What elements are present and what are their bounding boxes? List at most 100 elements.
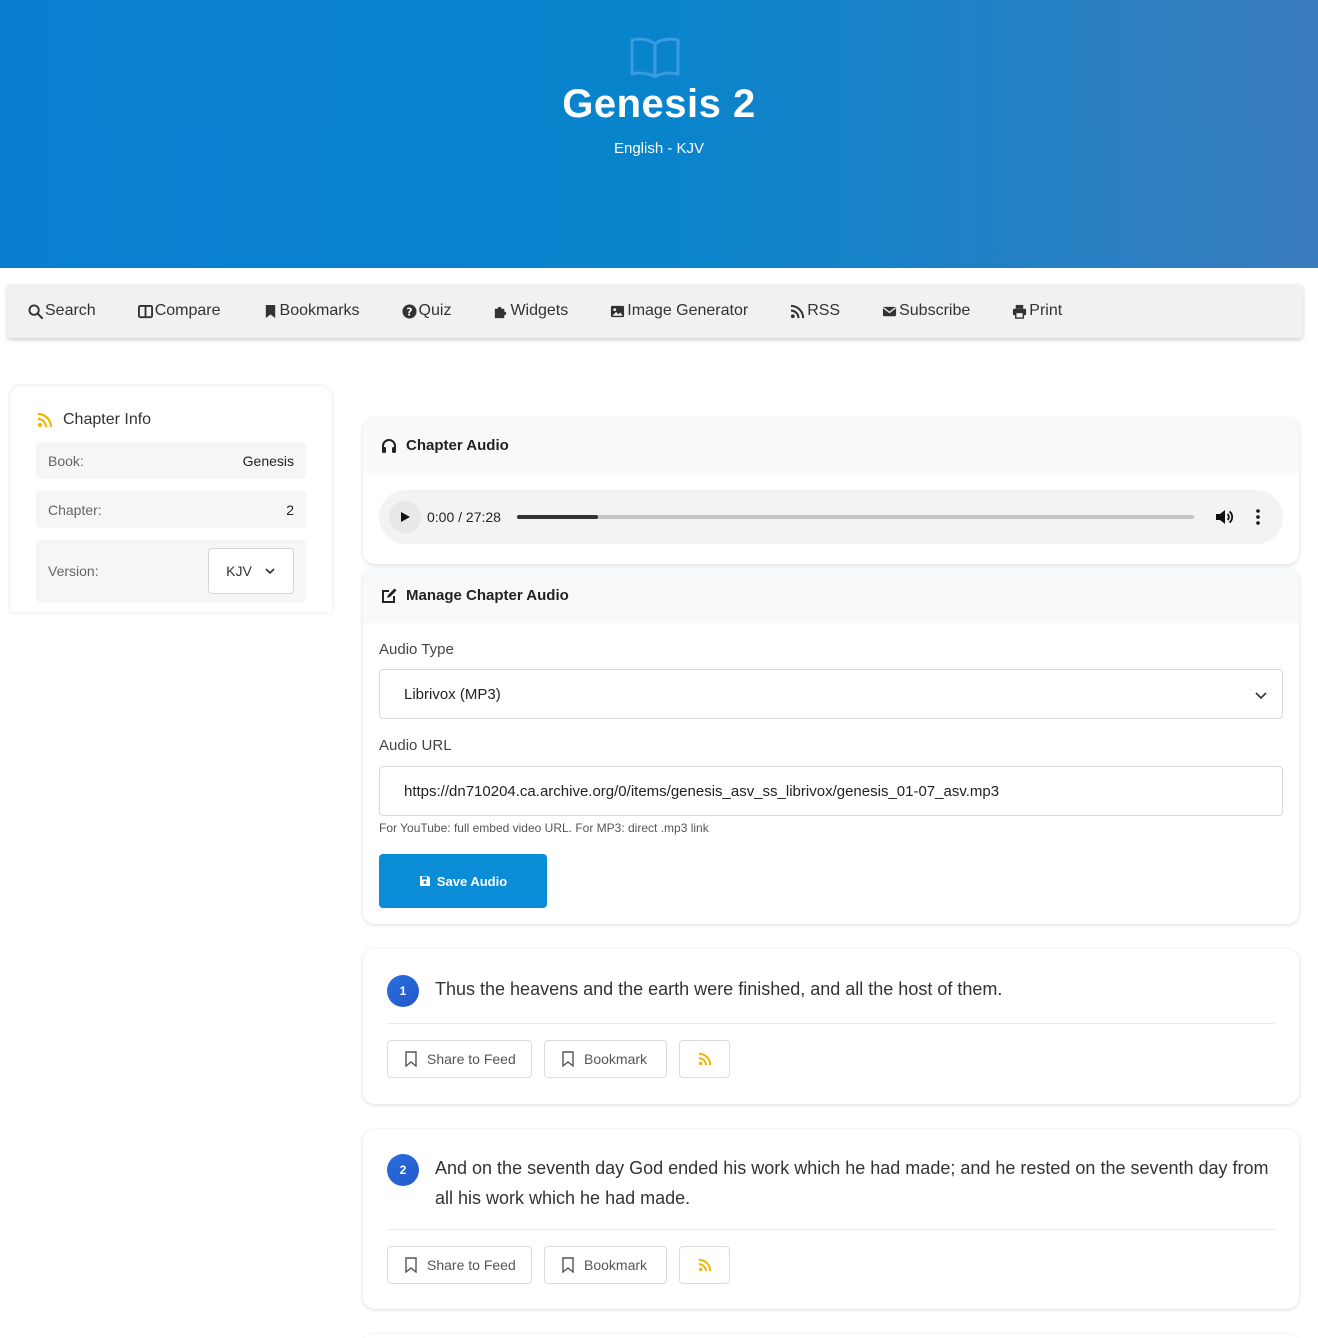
bookmark-outline-icon — [405, 1051, 417, 1067]
page-header: Genesis 2 English - KJV — [0, 0, 1318, 268]
divider — [387, 1229, 1275, 1230]
rss-button[interactable] — [679, 1040, 730, 1078]
nav-label: Print — [1029, 302, 1063, 319]
bookmark-outline-icon — [562, 1257, 574, 1273]
verse-card: 1 Thus the heavens and the earth were fi… — [363, 949, 1299, 1104]
nav-label: Quiz — [418, 302, 452, 319]
divider — [387, 1023, 1275, 1024]
nav-label: Search — [45, 302, 96, 319]
chapter-audio-heading: Chapter Audio — [363, 418, 1299, 473]
verse-number-badge: 1 — [387, 975, 419, 1007]
nav-search[interactable]: Search — [28, 302, 96, 320]
chapter-audio-title: Chapter Audio — [406, 437, 509, 454]
audio-progress-bar[interactable] — [517, 515, 1194, 519]
verse-card — [363, 1334, 1299, 1338]
printer-icon — [1013, 304, 1027, 319]
share-to-feed-label: Share to Feed — [427, 1051, 516, 1067]
save-icon — [419, 876, 430, 886]
chapter-info-panel: Chapter Info Book: Genesis Chapter: 2 Ve… — [10, 386, 332, 612]
open-book-icon — [630, 37, 680, 78]
version-row: Version: KJV — [36, 540, 306, 602]
edit-icon — [382, 588, 397, 603]
manage-audio-card: Manage Chapter Audio Audio Type Librivox… — [363, 568, 1299, 924]
save-audio-button[interactable]: Save Audio — [379, 854, 547, 908]
version-value: KJV — [226, 563, 252, 579]
share-to-feed-button[interactable]: Share to Feed — [387, 1040, 532, 1078]
puzzle-icon — [495, 306, 507, 318]
bookmark-outline-icon — [405, 1257, 417, 1273]
chevron-down-icon — [1255, 692, 1267, 700]
book-row: Book: Genesis — [36, 442, 306, 479]
book-label: Book: — [48, 452, 84, 469]
manage-audio-heading: Manage Chapter Audio — [363, 568, 1299, 623]
audio-progress-fill — [517, 515, 599, 519]
bookmark-label: Bookmark — [584, 1051, 648, 1067]
verse-card: 2 And on the seventh day God ended his w… — [363, 1129, 1299, 1309]
play-icon — [401, 512, 410, 522]
version-select[interactable]: KJV — [208, 548, 294, 594]
toolbar-nav: Search Compare Bookmarks ? Quiz Widgets … — [7, 284, 1303, 338]
nav-label: Widgets — [510, 302, 569, 319]
nav-quiz[interactable]: ? Quiz — [402, 302, 452, 320]
verse-number-badge: 2 — [387, 1154, 419, 1186]
search-icon — [28, 303, 43, 319]
chevron-down-icon — [265, 568, 275, 575]
headphones-icon — [382, 438, 396, 453]
play-button[interactable] — [389, 501, 421, 533]
bookmark-button[interactable]: Bookmark — [544, 1040, 667, 1078]
nav-print[interactable]: Print — [1012, 302, 1062, 320]
nav-label: Subscribe — [899, 302, 971, 319]
audio-type-select[interactable]: Librivox (MP3) — [379, 669, 1283, 719]
audio-url-input[interactable]: https://dn710204.ca.archive.org/0/items/… — [379, 766, 1283, 816]
rss-button[interactable] — [679, 1246, 730, 1284]
nav-bookmarks[interactable]: Bookmarks — [263, 302, 360, 320]
chapter-value: 2 — [286, 501, 294, 518]
nav-label: RSS — [807, 302, 841, 319]
chapter-audio-card: Chapter Audio 0:00 / 27:28 — [363, 418, 1299, 564]
chapter-label: Chapter: — [48, 501, 102, 518]
save-audio-label: Save Audio — [436, 873, 508, 889]
image-icon — [611, 305, 625, 317]
bookmark-button[interactable]: Bookmark — [544, 1246, 667, 1284]
audio-type-label: Audio Type — [379, 641, 454, 658]
rss-icon — [791, 304, 805, 318]
audio-time: 0:00 / 27:28 — [427, 509, 501, 525]
nav-label: Image Generator — [627, 302, 749, 319]
rss-icon — [37, 412, 53, 428]
share-to-feed-button[interactable]: Share to Feed — [387, 1246, 532, 1284]
bookmark-outline-icon — [562, 1051, 574, 1067]
nav-subscribe[interactable]: Subscribe — [882, 302, 970, 320]
bookmark-icon — [265, 304, 275, 318]
rss-icon — [698, 1258, 711, 1272]
audio-url-value: https://dn710204.ca.archive.org/0/items/… — [404, 782, 1000, 800]
audio-url-help: For YouTube: full embed video URL. For M… — [379, 821, 709, 835]
page-title: Genesis 2 — [562, 82, 756, 126]
chapter-info-heading: Chapter Info — [37, 411, 151, 429]
nav-compare[interactable]: Compare — [137, 302, 221, 320]
verse-text: And on the seventh day God ended his wor… — [435, 1158, 1269, 1208]
share-to-feed-label: Share to Feed — [427, 1257, 516, 1273]
nav-label: Bookmarks — [279, 302, 360, 319]
nav-image-generator[interactable]: Image Generator — [610, 302, 748, 320]
audio-url-label: Audio URL — [379, 737, 452, 754]
nav-label: Compare — [154, 302, 221, 319]
envelope-icon — [883, 306, 897, 316]
chapter-info-title: Chapter Info — [63, 411, 152, 428]
book-value: Genesis — [242, 452, 294, 469]
nav-widgets[interactable]: Widgets — [493, 302, 568, 320]
verse-text: Thus the heavens and the earth were fini… — [435, 979, 1003, 999]
audio-player: 0:00 / 27:28 — [379, 490, 1283, 544]
chapter-row: Chapter: 2 — [36, 491, 306, 528]
question-icon: ? — [402, 303, 417, 319]
manage-audio-title: Manage Chapter Audio — [406, 587, 569, 604]
svg-text:?: ? — [406, 306, 412, 318]
rss-icon — [698, 1052, 711, 1066]
bookmark-label: Bookmark — [584, 1257, 648, 1273]
page-subtitle: English - KJV — [613, 140, 705, 157]
nav-rss[interactable]: RSS — [790, 302, 840, 320]
version-label: Version: — [48, 563, 99, 579]
more-options-icon[interactable] — [1251, 508, 1265, 526]
columns-icon — [137, 304, 153, 318]
volume-icon[interactable] — [1215, 508, 1233, 526]
audio-type-value: Librivox (MP3) — [404, 685, 501, 703]
